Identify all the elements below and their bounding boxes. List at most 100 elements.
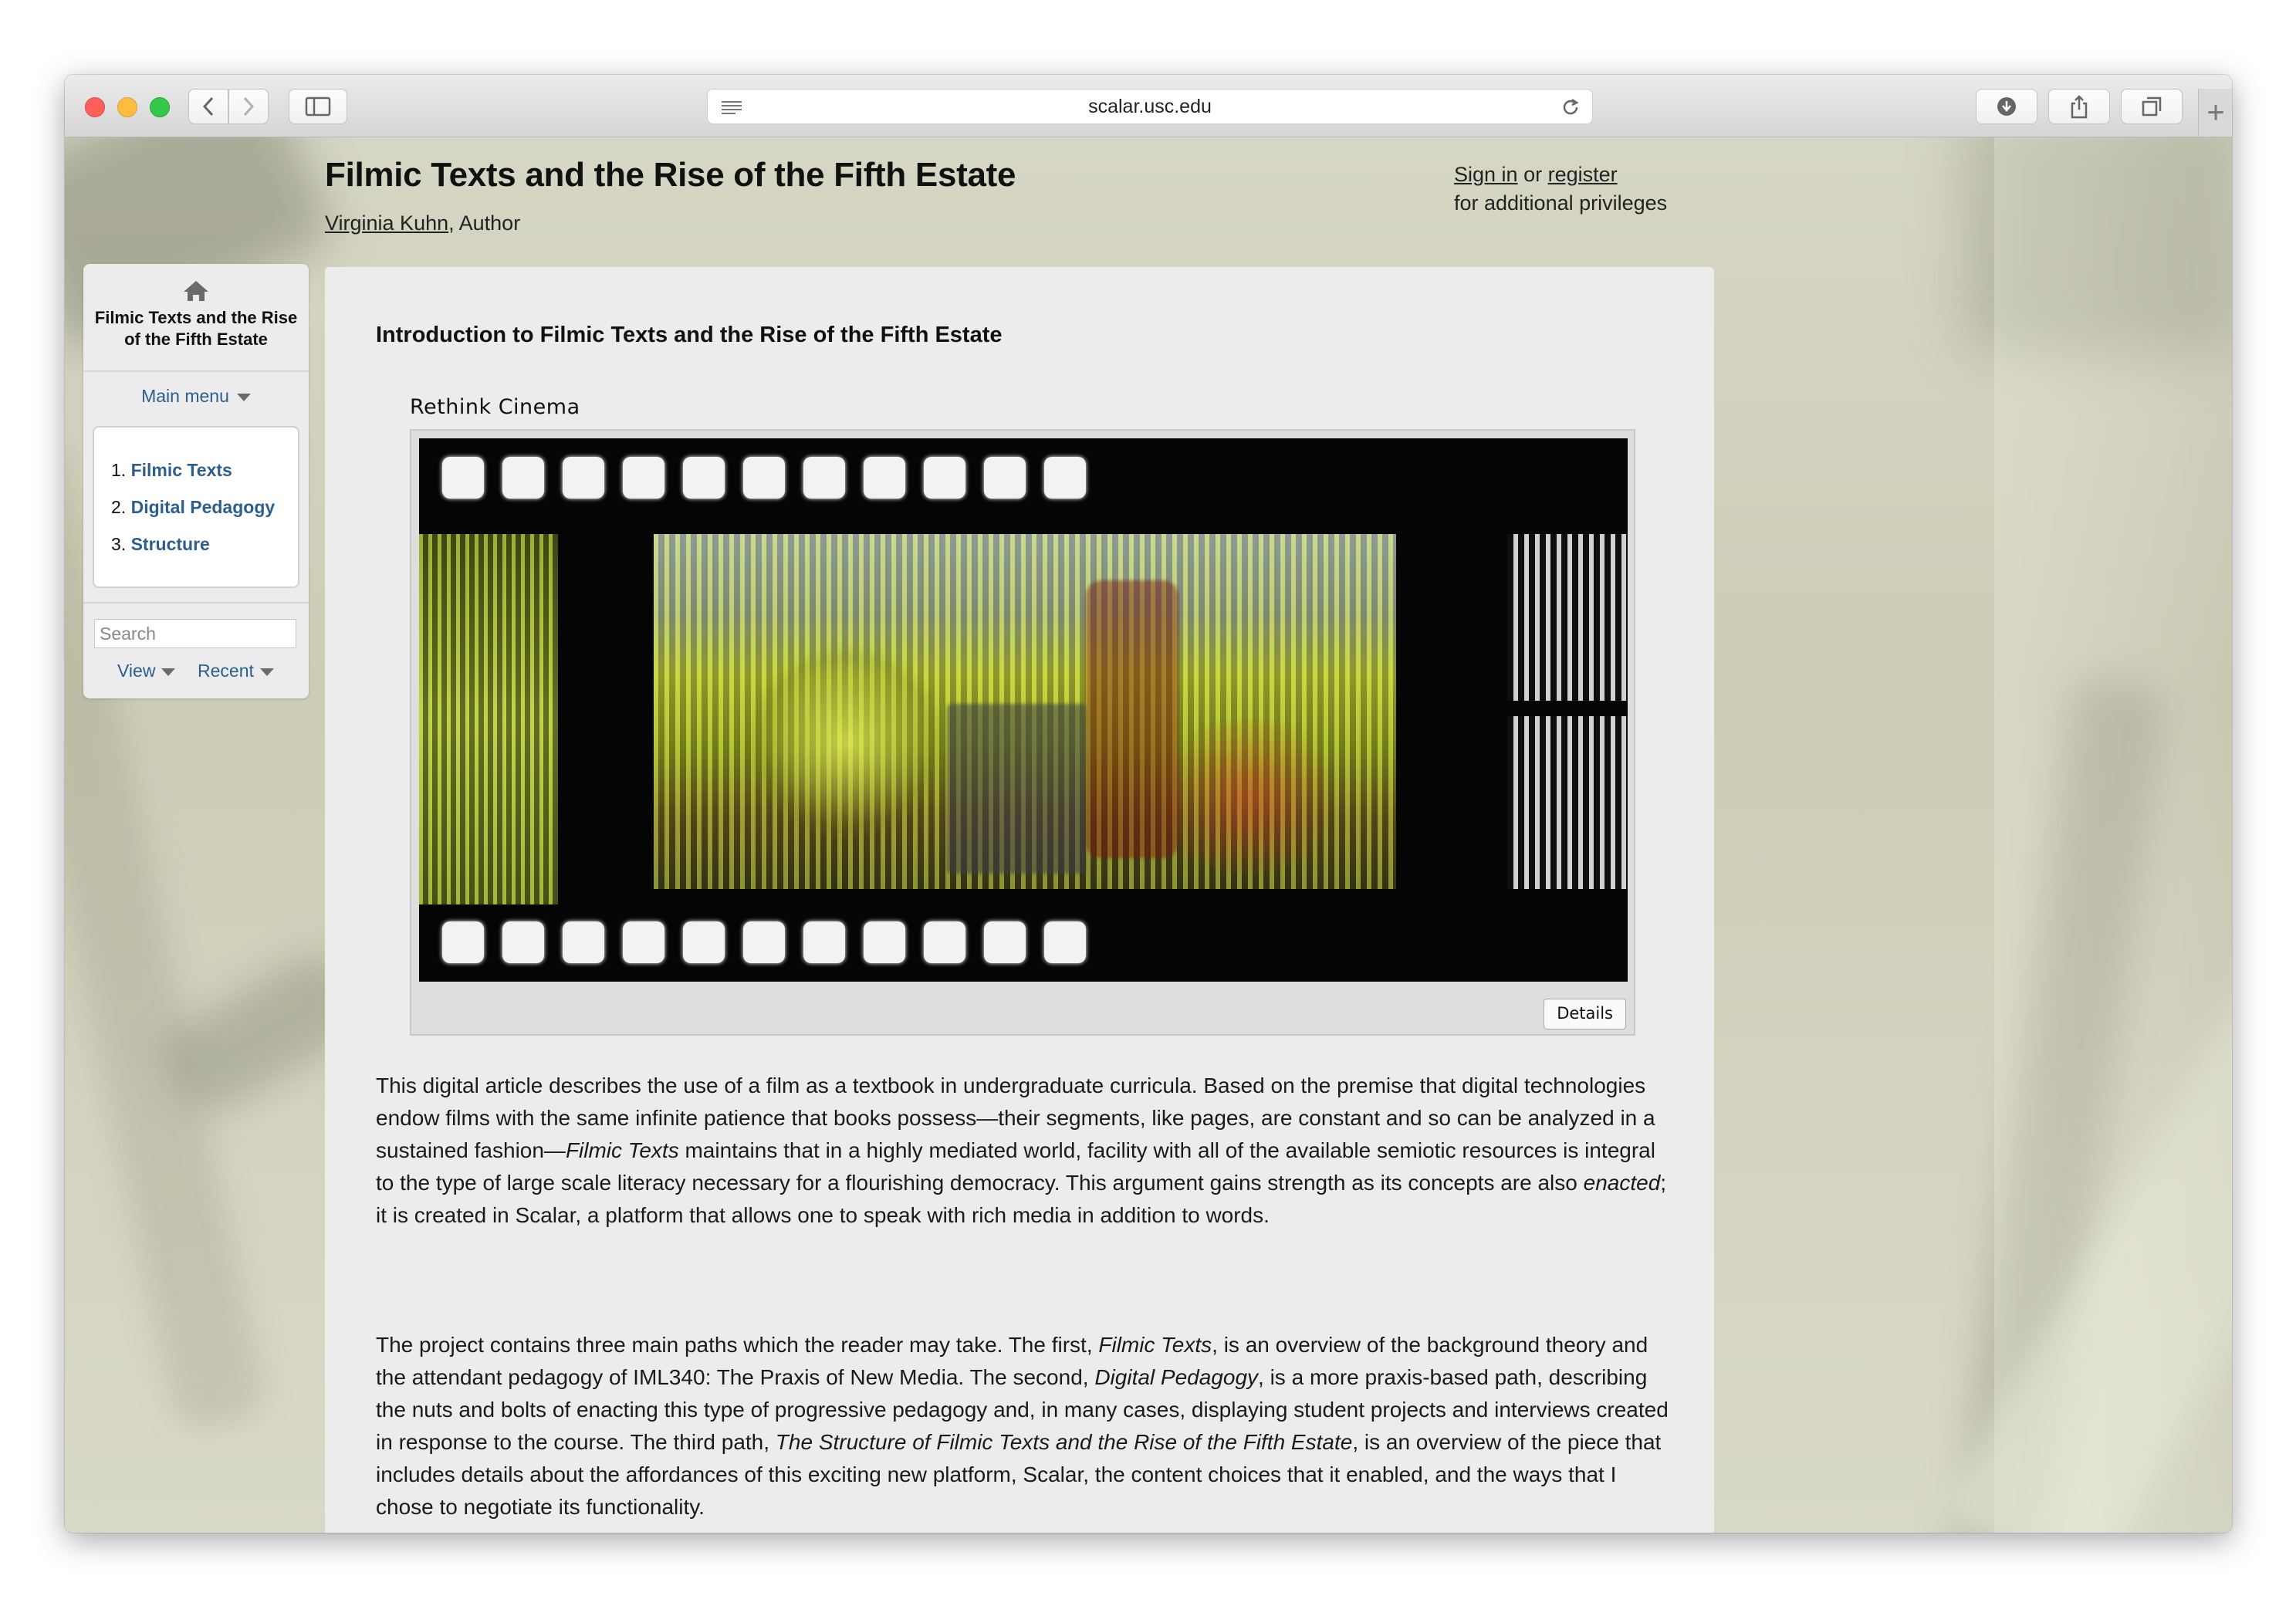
content-panel: Introduction to Filmic Texts and the Ris… [325, 267, 1714, 1533]
chevron-left-icon [202, 96, 214, 117]
view-menu-toggle[interactable]: View [117, 661, 176, 681]
zoom-window-button[interactable] [150, 97, 170, 117]
sprocket-hole [743, 457, 785, 499]
search-input[interactable]: Search [94, 619, 296, 648]
menu-item-structure[interactable]: 3. Structure [111, 534, 210, 555]
intro-paragraph-1: This digital article describes the use o… [376, 1070, 1672, 1232]
film-frame-main [654, 534, 1396, 889]
page-title: Introduction to Filmic Texts and the Ris… [376, 323, 1003, 347]
caret-down-icon [259, 668, 274, 676]
menu-item-number: 1. [111, 460, 127, 480]
url-text: scalar.usc.edu [1088, 96, 1212, 117]
signin-area: Sign in or register for additional privi… [1454, 161, 1667, 218]
main-menu-list: 1. Filmic Texts 2. Digital Pedagogy 3. S… [93, 426, 299, 588]
tabs-icon [2142, 96, 2162, 117]
book-title[interactable]: Filmic Texts and the Rise of the Fifth E… [325, 156, 1016, 194]
sprocket-hole [683, 457, 725, 499]
sprocket-hole [442, 921, 484, 963]
media-title[interactable]: Rethink Cinema [410, 395, 580, 419]
sprocket-hole [984, 457, 1026, 499]
privileges-text: for additional privileges [1454, 191, 1668, 215]
menu-item-digital-pedagogy[interactable]: 2. Digital Pedagogy [111, 497, 275, 518]
sprocket-hole [563, 457, 604, 499]
sprocket-hole [743, 921, 785, 963]
sidebar-book-title[interactable]: Filmic Texts and the Rise of the Fifth E… [91, 307, 301, 350]
share-icon [2071, 95, 2088, 119]
author-link[interactable]: Virginia Kuhn [325, 211, 448, 235]
share-button[interactable] [2048, 89, 2110, 124]
details-button[interactable]: Details [1544, 999, 1626, 1030]
menu-item-number: 2. [111, 497, 127, 517]
paragraph-text: The project contains three main paths wh… [376, 1333, 1099, 1357]
home-icon[interactable] [182, 279, 210, 303]
sprocket-hole [924, 921, 965, 963]
download-icon [1997, 97, 2016, 116]
background-strip [1994, 137, 2232, 1533]
author-line: Virginia Kuhn, Author [325, 211, 520, 235]
menu-item-label[interactable]: Filmic Texts [131, 460, 232, 480]
reload-icon[interactable] [1560, 96, 1581, 118]
recent-menu-toggle[interactable]: Recent [198, 661, 274, 681]
view-label: View [117, 661, 156, 681]
paragraph-italic-text: Digital Pedagogy [1094, 1365, 1259, 1389]
film-strip-image[interactable] [419, 438, 1628, 982]
tabs-overview-button[interactable] [2121, 89, 2183, 124]
downloads-button[interactable] [1976, 89, 2037, 124]
signin-link[interactable]: Sign in [1454, 163, 1518, 186]
media-embed[interactable]: Details [410, 429, 1635, 1036]
film-frame-divider [1507, 701, 1628, 716]
sprocket-hole [1044, 921, 1086, 963]
sprocket-hole [864, 457, 905, 499]
film-frame-left [419, 534, 558, 904]
sprocket-hole [623, 457, 664, 499]
paragraph-italic-text: Filmic Texts [565, 1138, 679, 1162]
sidebar-icon [305, 96, 331, 117]
sprocket-hole [803, 457, 845, 499]
close-window-button[interactable] [85, 97, 105, 117]
chevron-right-icon [243, 96, 255, 117]
sprocket-hole [984, 921, 1026, 963]
menu-item-label[interactable]: Structure [131, 534, 210, 554]
sidebar-toggle-button[interactable] [289, 89, 347, 124]
browser-toolbar: scalar.usc.edu + [65, 75, 2232, 137]
sprocket-hole [683, 921, 725, 963]
menu-item-filmic-texts[interactable]: 1. Filmic Texts [111, 460, 232, 481]
caret-down-icon [161, 668, 176, 676]
new-tab-button[interactable]: + [2198, 89, 2232, 137]
menu-item-number: 3. [111, 534, 127, 554]
or-text: or [1517, 163, 1548, 186]
sprocket-hole [623, 921, 664, 963]
main-menu-toggle[interactable]: Main menu [83, 386, 309, 407]
image-highlight [746, 642, 947, 843]
sprocket-hole [563, 921, 604, 963]
sprocket-hole [502, 921, 544, 963]
paragraph-italic-text: Filmic Texts [1098, 1333, 1212, 1357]
sprocket-hole [924, 457, 965, 499]
author-role: , Author [448, 211, 521, 235]
paragraph-italic-text: The Structure of Filmic Texts and the Ri… [775, 1430, 1353, 1454]
caret-down-icon [236, 393, 251, 401]
sprocket-hole [803, 921, 845, 963]
paragraph-italic-text: enacted [1583, 1171, 1661, 1195]
plus-icon: + [2206, 96, 2225, 130]
forward-button[interactable] [228, 89, 269, 124]
divider [83, 370, 309, 372]
sprocket-hole [442, 457, 484, 499]
browser-window: scalar.usc.edu + Filmic Texts and the Ri… [65, 75, 2232, 1533]
menu-item-label[interactable]: Digital Pedagogy [131, 497, 276, 517]
minimize-window-button[interactable] [117, 97, 137, 117]
sprocket-hole [502, 457, 544, 499]
image-shadow [947, 704, 1086, 874]
intro-paragraph-2: The project contains three main paths wh… [376, 1329, 1672, 1523]
image-highlight [1148, 719, 1348, 874]
web-page: Filmic Texts and the Rise of the Fifth E… [65, 137, 2232, 1533]
back-button[interactable] [188, 89, 228, 124]
recent-label: Recent [198, 661, 254, 681]
address-bar[interactable]: scalar.usc.edu [707, 89, 1593, 124]
main-menu-label: Main menu [141, 386, 229, 406]
book-sidebar: Filmic Texts and the Rise of the Fifth E… [83, 264, 309, 698]
register-link[interactable]: register [1548, 163, 1618, 186]
divider [83, 602, 309, 604]
sprocket-hole [1044, 457, 1086, 499]
sprocket-hole [864, 921, 905, 963]
